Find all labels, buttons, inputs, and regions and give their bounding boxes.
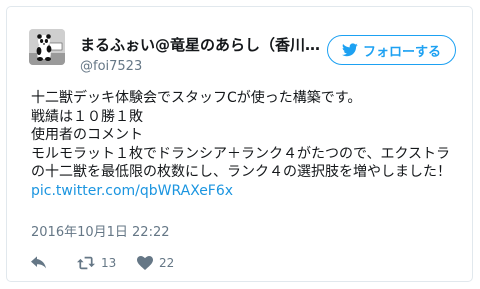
avatar[interactable]	[29, 29, 65, 65]
retweet-icon	[77, 256, 95, 270]
follow-button-label: フォローする	[362, 44, 441, 60]
like-button[interactable]: 22	[137, 255, 174, 271]
action-bar: 13 22	[31, 254, 174, 272]
twitter-bird-icon	[341, 43, 358, 57]
retweet-count: 13	[101, 256, 117, 270]
tweet-text: 十二獣デッキ体験会でスタッフCが使った構築です。 戦績は１０勝１敗 使用者のコメ…	[31, 89, 451, 200]
tweet-line-4: モルモラット１枚でドランシア＋ランク４がたつので、エクストラの十二獣を最低限の枚…	[31, 145, 451, 181]
user-handle[interactable]: @foi7523	[80, 59, 142, 75]
reply-button[interactable]	[31, 256, 77, 270]
tweet-line-1: 十二獣デッキ体験会でスタッフCが使った構築です。	[31, 90, 362, 106]
timestamp[interactable]: 2016年10月1日 22:22	[31, 225, 170, 241]
tweet-line-2: 戦績は１０勝１敗	[31, 108, 143, 125]
display-name[interactable]: まるふぉい@竜星のあらし（香川県で遊戯王カードを楽しむ）	[80, 36, 323, 54]
tweet-line-3: 使用者のコメント	[31, 127, 143, 143]
panda-avatar-image	[29, 29, 65, 65]
tweet-media-link[interactable]: pic.twitter.com/qbWRAXeF6x	[31, 183, 233, 199]
follow-button[interactable]: フォローする	[327, 35, 456, 65]
tweet-card: まるふぉい@竜星のあらし（香川県で遊戯王カードを楽しむ） @foi7523 フォ…	[6, 6, 473, 282]
heart-icon	[137, 256, 153, 270]
like-count: 22	[159, 256, 175, 270]
reply-icon	[31, 256, 46, 269]
retweet-button[interactable]: 13	[77, 255, 137, 271]
